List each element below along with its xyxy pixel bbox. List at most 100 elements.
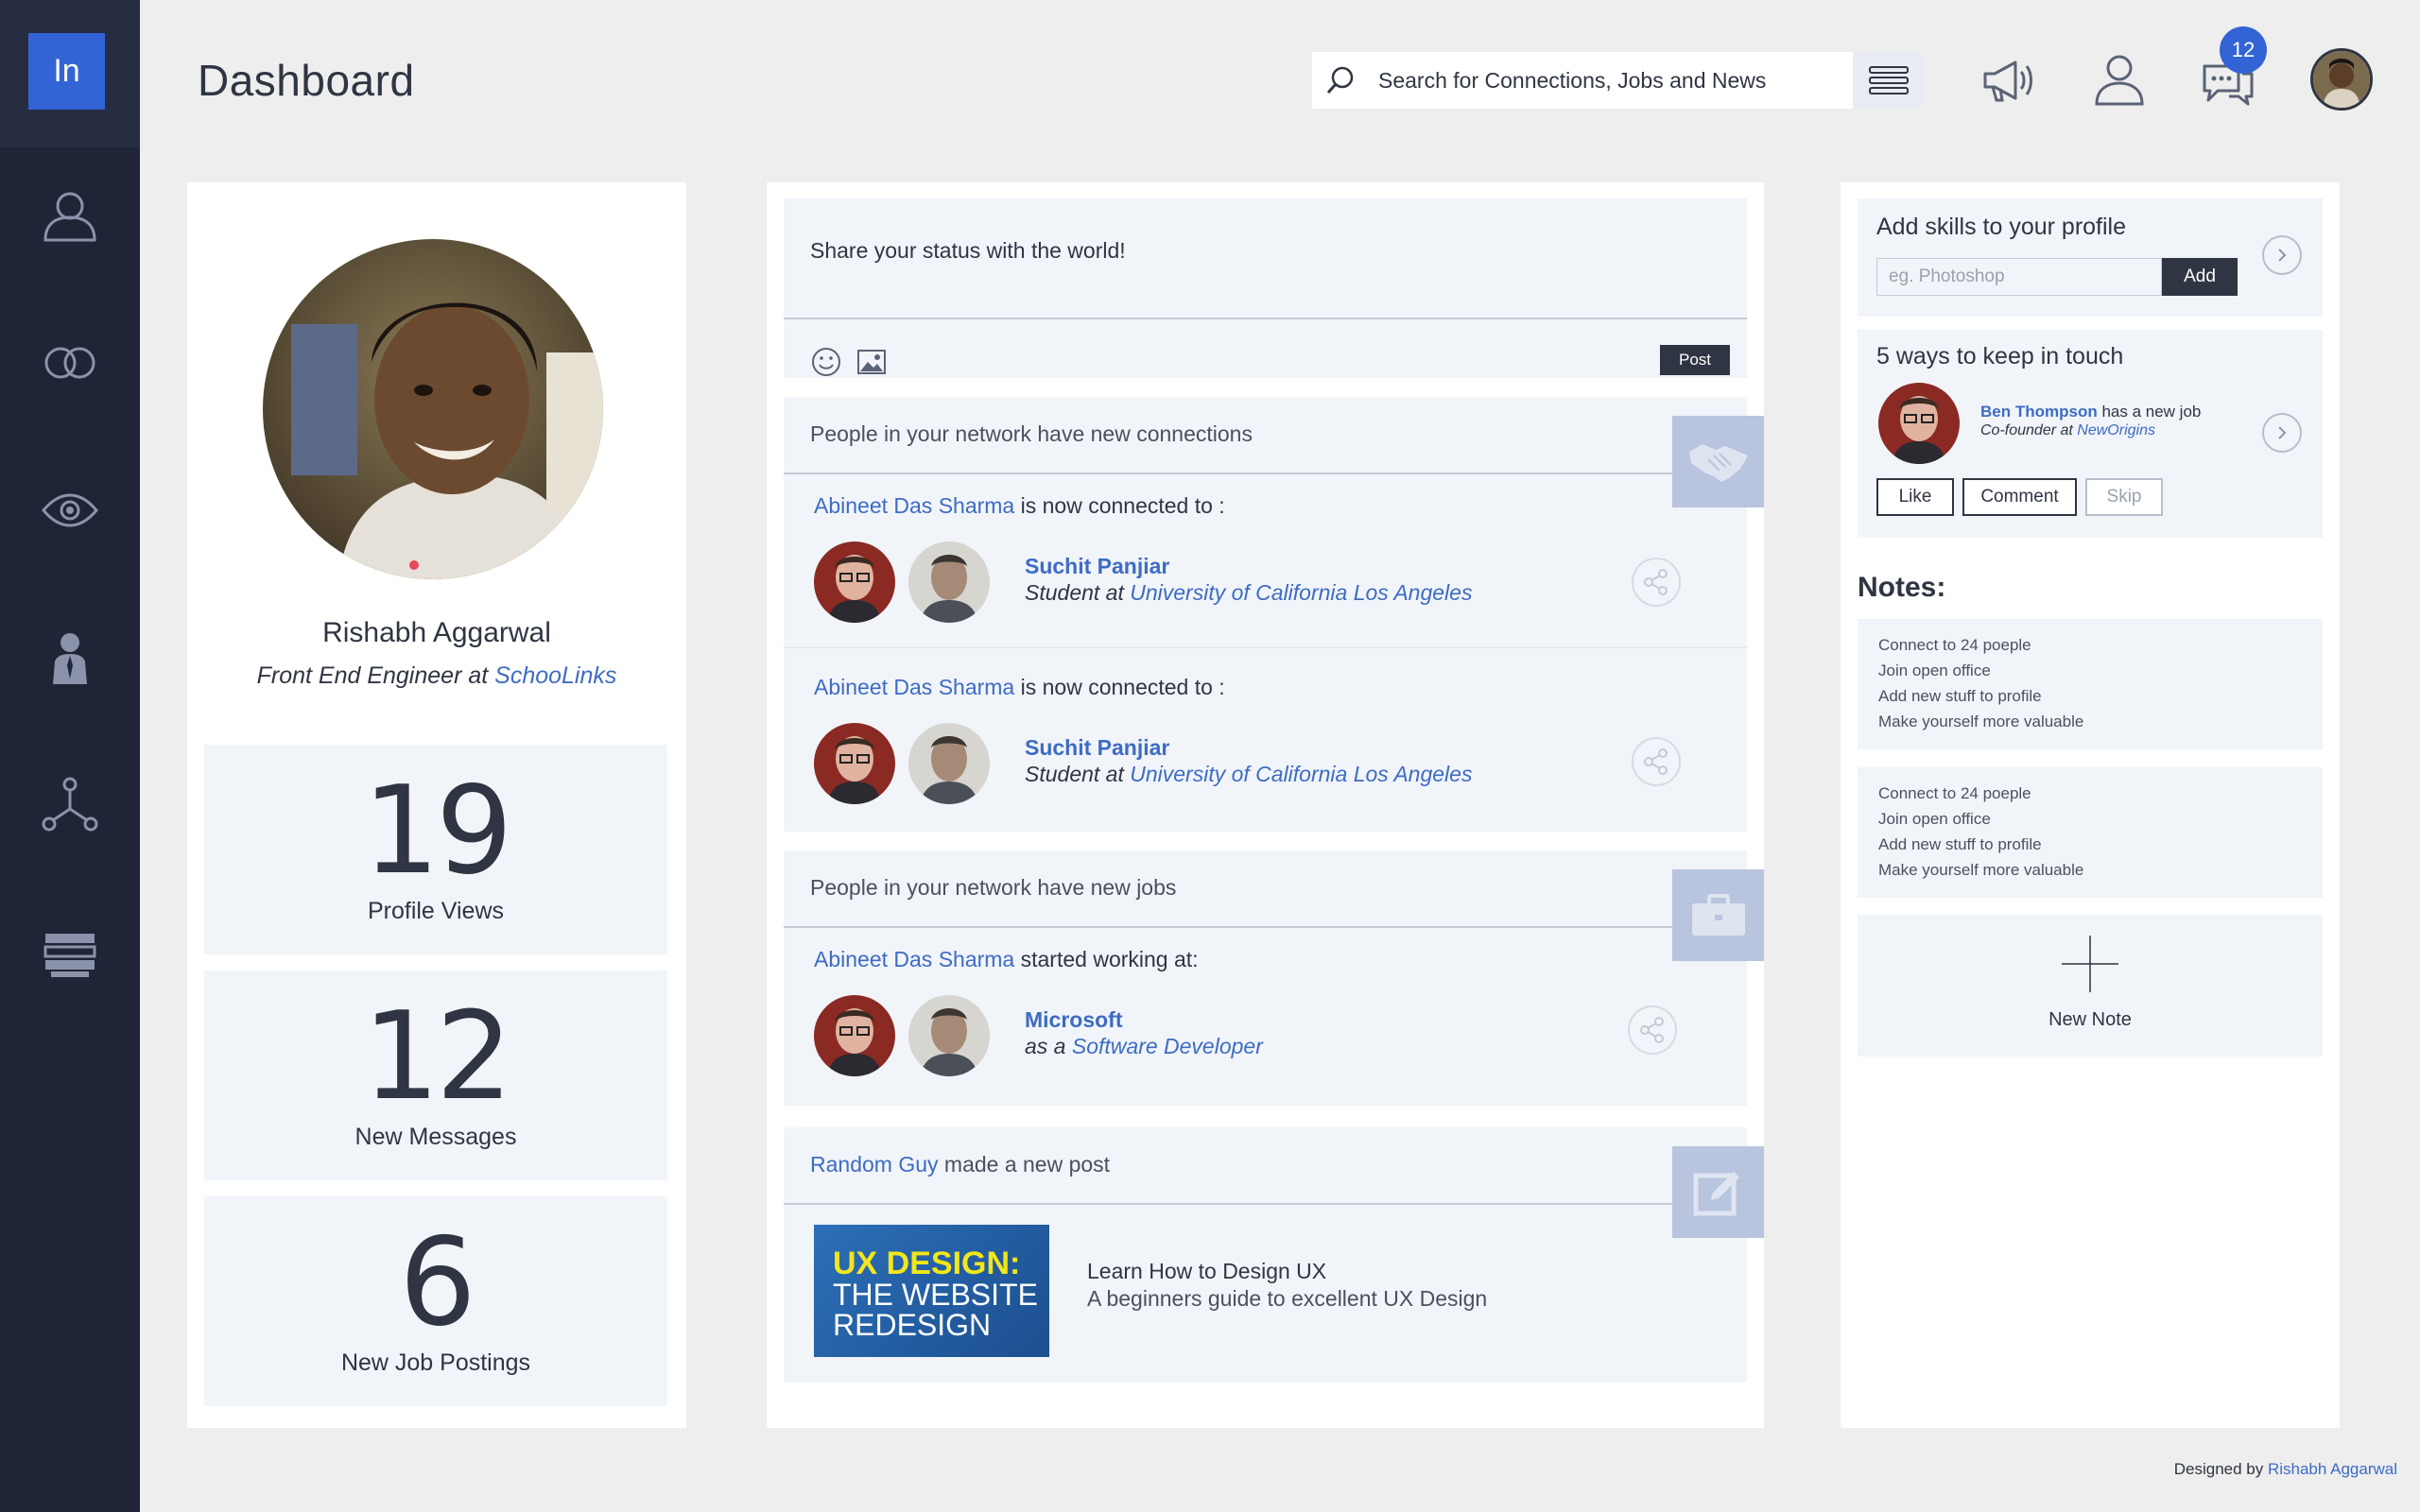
keep-in-touch-card: 5 ways to keep in touch Ben Thompson has… [1858,330,2323,538]
stat-label: New Messages [354,1124,517,1150]
person-name-link[interactable]: Suchit Panjiar [1025,554,1169,579]
person-link[interactable]: Ben Thompson [1980,403,2098,421]
touch-subline: Co-founder at NewOrigins [1980,422,2155,439]
search-menu-button[interactable] [1853,52,1925,109]
megaphone-icon [1983,60,2032,102]
feed-heading: People in your network have new connecti… [810,421,1253,446]
page-title: Dashboard [198,56,415,105]
handshake-icon [1688,443,1748,482]
post-subtitle: A beginners guide to excellent UX Design [1087,1286,1488,1311]
next-button[interactable] [2262,413,2302,453]
sidebar-item-connections[interactable] [38,331,102,395]
add-skills-title: Add skills to your profile [1876,214,2127,240]
job-title-link[interactable]: Software Developer [1072,1034,1263,1058]
sub-text: as a [1025,1034,1072,1058]
note-line: Add new stuff to profile [1878,835,2042,853]
job-subtitle: as a Software Developer [1025,1034,1263,1059]
search-icon[interactable] [1312,52,1369,109]
stat-card-new-messages[interactable]: 12 New Messages [204,971,667,1180]
thumb-subtitle: REDESIGN [833,1308,992,1342]
note-line: Join open office [1878,810,1991,828]
thumb-title: UX DESIGN: [833,1246,1021,1281]
school-link[interactable]: University of California Los Angeles [1130,762,1472,786]
sub-text: Student at [1025,580,1131,605]
plus-icon [2062,936,2118,992]
sidebar-item-network[interactable] [38,773,102,837]
person-name-link[interactable]: Suchit Panjiar [1025,735,1169,761]
company-link[interactable]: NewOrigins [2077,422,2155,438]
divider [784,647,1747,648]
share-button[interactable] [1632,558,1681,607]
sidebar-item-jobs[interactable] [38,626,102,690]
emoji-icon[interactable] [810,346,842,378]
avatar[interactable] [814,995,895,1076]
event-text: has a new job [2097,403,2202,421]
profile-photo[interactable] [263,239,603,579]
note-line: Connect to 24 poeple [1878,784,2031,802]
stat-card-new-job-postings[interactable]: 6 New Job Postings [204,1196,667,1406]
image-icon[interactable] [856,346,888,378]
stat-value: 12 [362,987,513,1127]
role-text: Co-founder at [1980,422,2078,438]
divider [784,1203,1672,1205]
stat-card-profile-views[interactable]: 19 Profile Views [204,745,667,954]
avatar[interactable] [908,995,990,1076]
logo-area: In [0,0,140,147]
avatar[interactable] [908,541,990,623]
edit-icon [1693,1171,1739,1215]
actor-link[interactable]: Abineet Das Sharma [814,493,1014,518]
announcements-button[interactable] [1978,47,2044,113]
actor-link[interactable]: Abineet Das Sharma [814,947,1014,971]
chevron-right-icon [2278,249,2287,262]
company-name-link[interactable]: Microsoft [1025,1007,1123,1033]
skip-button[interactable]: Skip [2085,478,2163,516]
role-text: Front End Engineer at [256,662,495,689]
note-card[interactable]: Connect to 24 poeple Join open office Ad… [1858,619,2323,749]
comment-button[interactable]: Comment [1962,478,2077,516]
person-subtitle: Student at University of California Los … [1025,580,1472,606]
sidebar-item-views[interactable] [38,478,102,542]
keep-in-touch-title: 5 ways to keep in touch [1876,343,2124,369]
user-icon [43,192,96,242]
rings-icon [44,347,95,379]
like-button[interactable]: Like [1876,478,1954,516]
company-link[interactable]: SchooLinks [494,662,616,689]
stat-label: Profile Views [367,898,505,924]
post-button[interactable]: Post [1660,345,1730,375]
add-skill-button[interactable]: Add [2162,258,2238,296]
sidebar-item-learning[interactable] [38,920,102,985]
header-avatar[interactable] [2310,48,2373,111]
avatar[interactable] [814,723,895,804]
feed-panel: Share your status with the world! Post P… [767,182,1764,1428]
app-logo[interactable]: In [28,33,105,110]
divider [784,926,1672,928]
action-text: is now connected to : [1014,675,1225,699]
avatar[interactable] [1878,383,1960,464]
sidebar-item-profile[interactable] [38,183,102,248]
post-thumbnail[interactable]: UX DESIGN: THE WEBSITE REDESIGN [814,1225,1049,1357]
post-title[interactable]: Learn How to Design UX [1087,1259,1326,1284]
connections-button[interactable] [2087,47,2153,113]
skill-input[interactable] [1876,258,2162,296]
actor-link[interactable]: Abineet Das Sharma [814,675,1014,699]
new-note-button[interactable]: New Note [1858,915,2323,1057]
actor-link[interactable]: Random Guy [810,1152,939,1177]
status-input[interactable]: Share your status with the world! [810,238,1126,264]
avatar[interactable] [814,541,895,623]
search-input[interactable] [1369,54,1832,107]
author-link[interactable]: Rishabh Aggarwal [2268,1460,2397,1478]
note-card[interactable]: Connect to 24 poeple Join open office Ad… [1858,767,2323,898]
next-button[interactable] [2262,235,2302,275]
share-icon [1644,748,1668,775]
school-link[interactable]: University of California Los Angeles [1130,580,1472,605]
avatar[interactable] [908,723,990,804]
note-line: Connect to 24 poeple [1878,636,2031,654]
add-skills-card: Add skills to your profile Add [1858,198,2323,317]
share-button[interactable] [1628,1005,1677,1055]
note-line: Add new stuff to profile [1878,687,2042,705]
status-composer: Share your status with the world! Post [784,198,1747,378]
share-button[interactable] [1632,737,1681,786]
share-icon [1640,1017,1664,1043]
note-line: Make yourself more valuable [1878,713,2084,730]
connection-line: Abineet Das Sharma is now connected to : [814,493,1225,519]
